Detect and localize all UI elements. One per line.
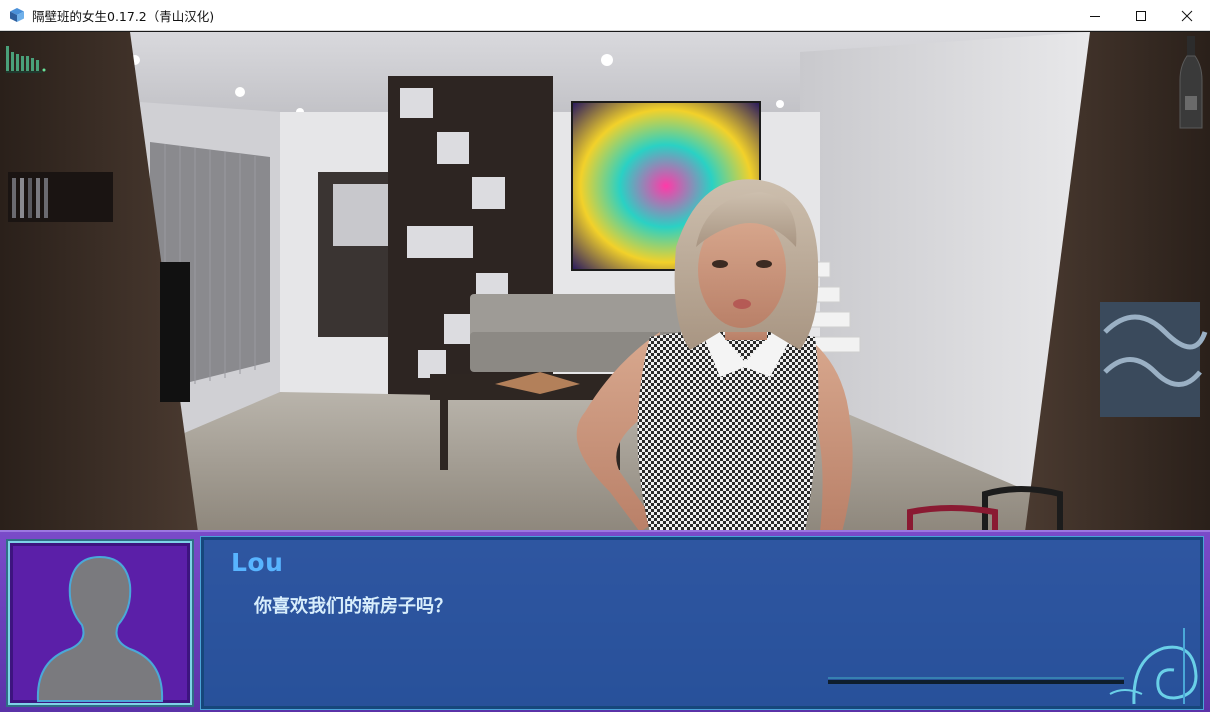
close-button[interactable] [1164, 0, 1210, 31]
app-cube-icon [10, 8, 24, 22]
maximize-icon [1136, 10, 1146, 21]
window-title: 隔壁班的女生0.17.2（青山汉化) [32, 8, 215, 24]
bottle-icon[interactable] [1176, 36, 1206, 132]
window-titlebar[interactable]: 隔壁班的女生0.17.2（青山汉化) [0, 0, 1210, 31]
ornament-swirl-icon [828, 628, 1198, 705]
game-viewport[interactable]: Lou 你喜欢我们的新房子吗？ [0, 32, 1210, 712]
minimize-button[interactable] [1072, 0, 1118, 31]
speaker-name: Lou [231, 548, 284, 577]
silhouette-avatar-icon [36, 555, 164, 702]
dialogue-line: 你喜欢我们的新房子吗？ [254, 596, 452, 617]
hud-bars-icon[interactable] [4, 42, 48, 76]
minimize-icon [1090, 15, 1100, 17]
maximize-button[interactable] [1118, 0, 1164, 31]
dialogue-box[interactable]: Lou 你喜欢我们的新房子吗？ [0, 530, 1210, 712]
speaker-portrait [6, 539, 194, 707]
close-icon [1181, 10, 1193, 21]
